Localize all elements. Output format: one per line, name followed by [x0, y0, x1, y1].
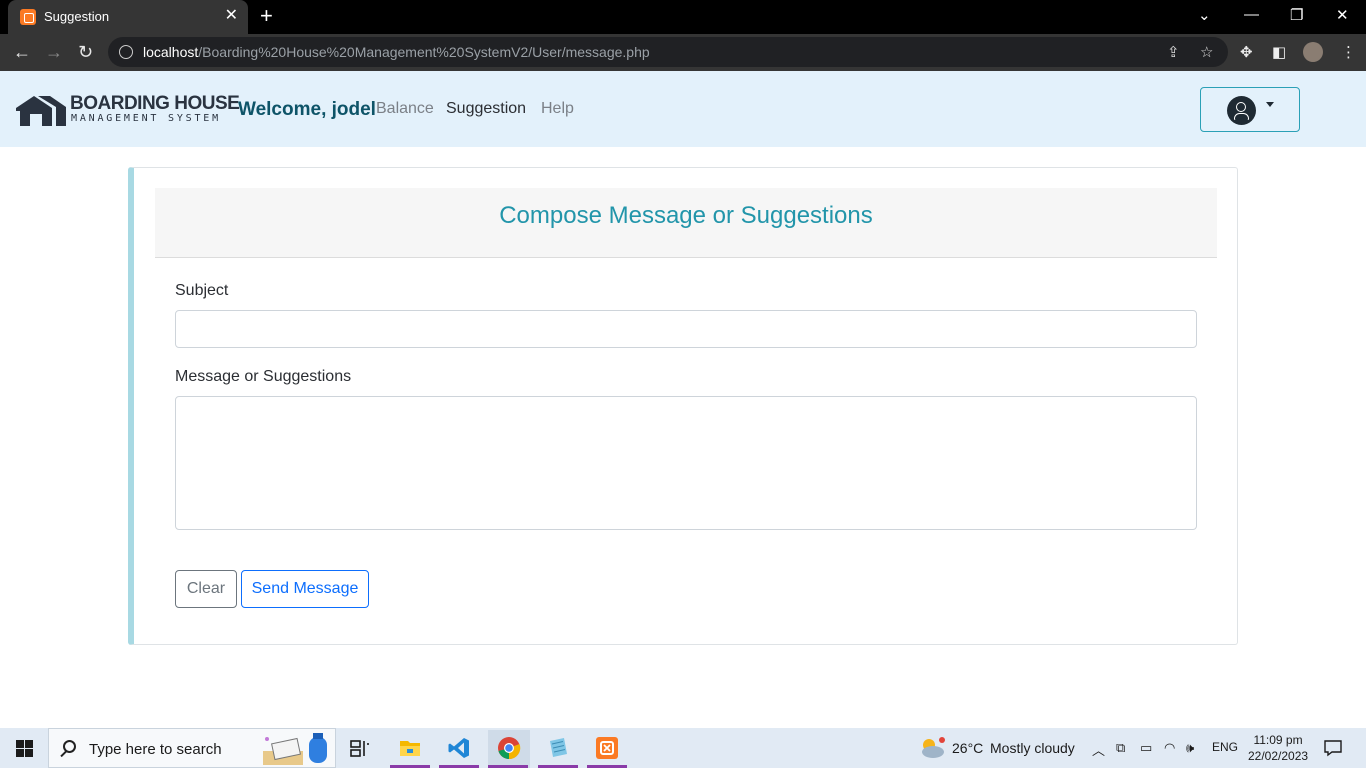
- brand-subtitle: MANAGEMENT SYSTEM: [71, 113, 221, 124]
- taskbar-clock[interactable]: 11:09 pm 22/02/2023: [1248, 732, 1308, 764]
- vscode-icon[interactable]: [447, 736, 471, 760]
- minimize-icon[interactable]: —: [1244, 6, 1259, 23]
- house-logo-icon: [16, 96, 66, 126]
- notifications-icon[interactable]: [1324, 739, 1342, 757]
- search-highlight-illustration-icon: [263, 733, 327, 765]
- input-language-indicator[interactable]: ENG: [1212, 740, 1238, 754]
- message-textarea[interactable]: [175, 396, 1197, 530]
- weather-description[interactable]: Mostly cloudy: [990, 740, 1075, 756]
- site-info-icon[interactable]: [119, 45, 133, 59]
- weather-cloudy-icon[interactable]: [918, 736, 946, 760]
- close-tab-icon[interactable]: ✕: [225, 7, 238, 25]
- menu-kebab-icon[interactable]: ⋮: [1341, 43, 1356, 61]
- chrome-icon[interactable]: [497, 736, 521, 760]
- browser-tab[interactable]: Suggestion ✕: [8, 0, 248, 34]
- weather-temperature[interactable]: 26°C: [952, 740, 983, 756]
- windows-start-icon[interactable]: [16, 740, 33, 757]
- xampp-icon[interactable]: [595, 736, 619, 760]
- forward-icon[interactable]: →: [45, 41, 63, 63]
- clock-time: 11:09 pm: [1253, 733, 1303, 747]
- user-menu-button[interactable]: [1200, 87, 1300, 132]
- close-window-icon[interactable]: ✕: [1336, 6, 1349, 24]
- tab-title: Suggestion: [44, 9, 110, 24]
- windows-taskbar: Type here to search 26°C Mostly cloudy ︿…: [0, 728, 1366, 768]
- clock-date: 22/02/2023: [1248, 749, 1309, 763]
- caret-down-icon: [1266, 102, 1274, 107]
- profile-avatar[interactable]: [1303, 42, 1323, 62]
- address-bar[interactable]: localhost/Boarding%20House%20Management%…: [108, 37, 1228, 67]
- restore-icon[interactable]: ❐: [1290, 6, 1303, 24]
- taskbar-search-box[interactable]: Type here to search: [48, 728, 336, 768]
- bookmark-star-icon[interactable]: ☆: [1200, 43, 1213, 61]
- subject-input[interactable]: [175, 310, 1197, 348]
- app-navbar: BOARDING HOUSE MANAGEMENT SYSTEM Welcome…: [0, 71, 1366, 147]
- message-label: Message or Suggestions: [175, 368, 352, 385]
- page-title: Compose Message or Suggestions: [499, 202, 873, 229]
- compose-card: Compose Message or Suggestions Subject M…: [128, 167, 1238, 645]
- share-icon[interactable]: ⇪: [1167, 43, 1180, 61]
- new-tab-icon[interactable]: +: [260, 4, 273, 28]
- xampp-favicon-icon: [20, 9, 36, 25]
- browser-tab-strip: Suggestion ✕ + ⌄ — ❐ ✕: [0, 0, 1366, 34]
- back-icon[interactable]: ←: [13, 41, 31, 63]
- battery-icon[interactable]: ▭: [1140, 740, 1152, 756]
- subject-label: Subject: [175, 282, 229, 299]
- send-message-button[interactable]: Send Message: [241, 570, 369, 608]
- nav-link-suggestion[interactable]: Suggestion: [446, 100, 526, 118]
- url-text: localhost/Boarding%20House%20Management%…: [143, 44, 650, 60]
- file-explorer-icon[interactable]: [398, 736, 422, 760]
- show-hidden-icons-icon[interactable]: ︿: [1092, 740, 1105, 759]
- search-icon: [63, 740, 76, 753]
- volume-icon[interactable]: 🕪: [1186, 740, 1194, 756]
- nav-link-balance[interactable]: Balance: [376, 100, 434, 118]
- brand-title: BOARDING HOUSE: [70, 93, 240, 114]
- user-avatar-icon: [1227, 96, 1256, 125]
- card-header: Compose Message or Suggestions: [155, 188, 1217, 258]
- notepad-app-icon[interactable]: [546, 736, 570, 760]
- reload-icon[interactable]: ↻: [78, 41, 93, 63]
- nav-link-help[interactable]: Help: [541, 100, 574, 118]
- meet-now-icon[interactable]: ⧉: [1116, 740, 1125, 756]
- wifi-icon[interactable]: ◠: [1164, 740, 1175, 756]
- welcome-text: Welcome, jodel: [238, 99, 376, 120]
- browser-toolbar: ← → ↻ localhost/Boarding%20House%20Manag…: [0, 34, 1366, 71]
- taskbar-search-placeholder: Type here to search: [89, 741, 222, 758]
- clear-button[interactable]: Clear: [175, 570, 237, 608]
- side-panel-icon[interactable]: ◧: [1272, 43, 1286, 61]
- tab-search-chevron-icon[interactable]: ⌄: [1198, 6, 1211, 24]
- task-view-icon[interactable]: [348, 736, 372, 760]
- extensions-icon[interactable]: ✥: [1240, 43, 1253, 61]
